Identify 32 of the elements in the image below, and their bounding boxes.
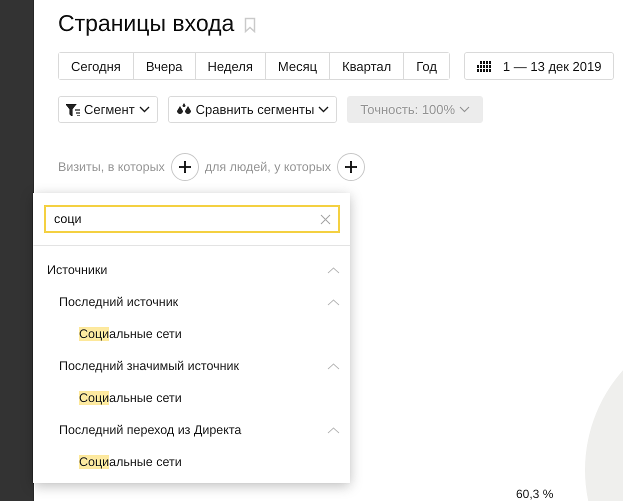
close-icon[interactable] — [320, 214, 331, 225]
chevron-up-icon[interactable] — [327, 266, 340, 274]
chevron-down-icon — [459, 106, 470, 113]
chart-label: 60,3 % — [516, 487, 554, 501]
page-title: Страницы входа — [58, 10, 234, 36]
date-range-button[interactable]: 1 — 13 дек 2019 — [464, 52, 614, 80]
segment-button[interactable]: Сегмент — [58, 96, 158, 123]
tree-group-item[interactable]: Последний значимый источник — [59, 359, 239, 373]
plus-icon — [344, 161, 357, 173]
tree-group-item[interactable]: Источники — [47, 263, 108, 277]
compare-segments-button[interactable]: Сравнить сегменты — [168, 96, 338, 123]
drops-icon — [176, 103, 192, 116]
period-tab[interactable]: Сегодня — [59, 53, 134, 79]
condition-label: для людей, у которых — [204, 160, 331, 174]
calendar-icon — [476, 60, 491, 72]
tree-leaf-item[interactable]: Социальные сети — [79, 327, 182, 341]
tree-leaf-item[interactable]: Социальные сети — [79, 455, 182, 469]
add-condition-button[interactable] — [170, 153, 199, 181]
tree-group-item[interactable]: Последний переход из Директа — [59, 423, 242, 437]
chevron-down-icon — [138, 106, 150, 113]
search-field[interactable]: соци — [44, 205, 340, 233]
chevron-up-icon[interactable] — [327, 426, 340, 434]
chevron-down-icon — [318, 106, 330, 113]
bookmark-icon[interactable] — [244, 17, 256, 33]
plus-icon — [178, 161, 191, 173]
condition-label: Визиты, в которых — [58, 160, 165, 174]
chevron-up-icon[interactable] — [327, 362, 340, 370]
tree-group-item[interactable]: Последний источник — [59, 295, 178, 309]
tree-leaf-item[interactable]: Социальные сети — [79, 391, 182, 405]
add-condition-button[interactable] — [336, 153, 365, 181]
chevron-up-icon[interactable] — [327, 298, 340, 306]
filter-icon — [66, 104, 80, 116]
